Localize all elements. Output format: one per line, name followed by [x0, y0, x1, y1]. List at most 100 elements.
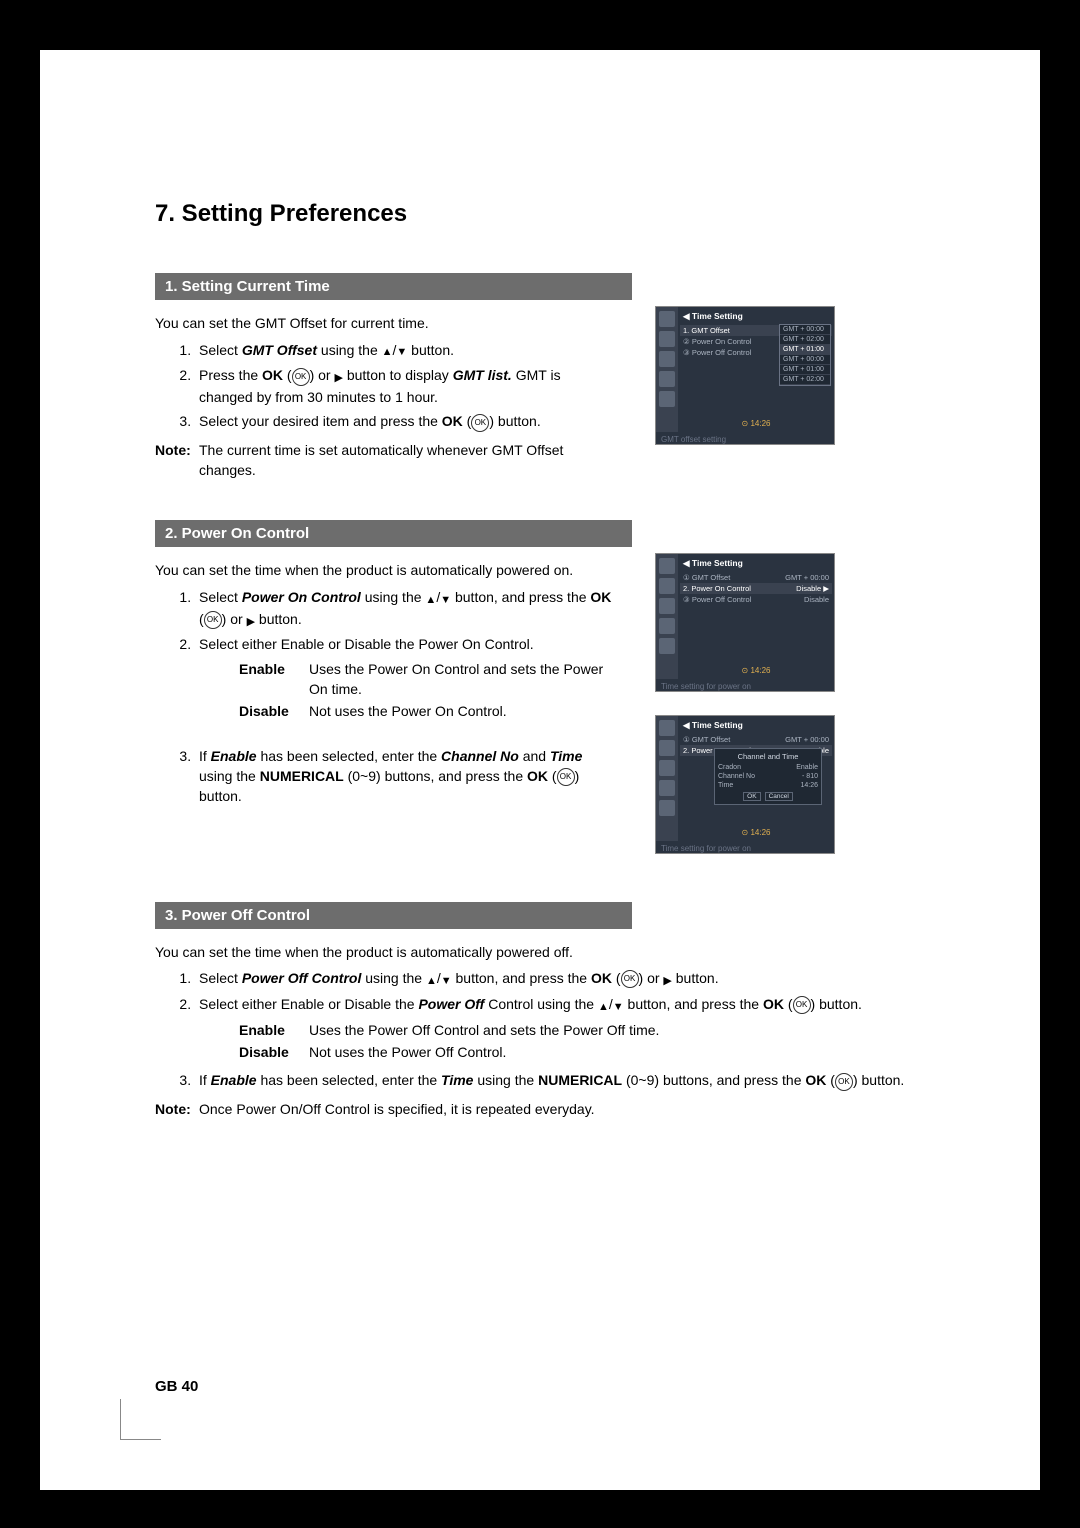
channel-time-popup: Channel and Time CradonEnable Channel No… — [714, 748, 822, 805]
text: button. — [858, 1072, 905, 1088]
text: button, and press the — [452, 970, 591, 986]
dd-item: GMT + 02:00 — [780, 335, 830, 345]
menu-icon — [659, 618, 675, 634]
shot-title: ◀ Time Setting — [683, 311, 829, 322]
def-row: Enable Uses the Power On Control and set… — [239, 659, 615, 700]
ok-icon: OK — [621, 970, 639, 988]
label: GMT Offset — [691, 326, 729, 335]
menu-icon — [659, 311, 675, 327]
label: Power Off Control — [692, 348, 751, 357]
def-row: Disable Not uses the Power Off Control. — [239, 1042, 935, 1062]
value: - 810 — [802, 773, 818, 780]
ok-icon: OK — [835, 1073, 853, 1091]
term: Time — [441, 1072, 473, 1088]
text: (0~9) buttons, and press the — [344, 768, 527, 784]
screenshot-gmt-offset: ◀ Time Setting 1. GMT OffsetGMT + 00:00 … — [655, 306, 835, 445]
section-heading: 3. Power Off Control — [155, 902, 632, 929]
content-area: 7. Setting Preferences 1. Setting Curren… — [155, 200, 955, 1159]
up-icon — [425, 588, 436, 609]
down-icon — [441, 969, 452, 990]
menu-icon — [659, 558, 675, 574]
ok-icon: OK — [557, 768, 575, 786]
shot-caption: GMT offset setting — [656, 432, 834, 444]
num: 2. — [683, 746, 689, 755]
text: button. — [494, 413, 541, 429]
text: using the — [317, 342, 382, 358]
crop-marks — [120, 1399, 161, 1440]
shot-sidebar — [656, 307, 678, 432]
chapter-title: 7. Setting Preferences — [155, 200, 955, 228]
term: GMT Offset — [242, 342, 317, 358]
term: Power Off Control — [242, 970, 362, 986]
menu-icon — [659, 800, 675, 816]
value: GMT + 00:00 — [785, 573, 829, 582]
definition-table: Enable Uses the Power Off Control and se… — [239, 1020, 935, 1063]
shot-row-gmt: ① GMT OffsetGMT + 00:00 — [683, 572, 829, 583]
label: Power Off Control — [692, 595, 751, 604]
up-icon — [598, 995, 609, 1016]
step: Select Power Off Control using the / but… — [195, 968, 935, 990]
gmt-dropdown: GMT + 00:00 GMT + 02:00 GMT + 01:00 GMT … — [779, 324, 831, 386]
ok-button: OK — [743, 792, 760, 801]
section-power-on: 2. Power On Control You can set the time… — [155, 520, 955, 806]
time-value: 14:26 — [750, 828, 770, 837]
def-desc: Uses the Power On Control and sets the P… — [309, 659, 615, 700]
term: OK — [591, 970, 612, 986]
down-icon — [613, 995, 624, 1016]
text: button. — [407, 342, 454, 358]
text: If — [199, 748, 211, 764]
term: Time — [550, 748, 582, 764]
def-row: Disable Not uses the Power On Control. — [239, 701, 615, 721]
intro-text: You can set the time when the product is… — [155, 943, 935, 963]
def-desc: Not uses the Power On Control. — [309, 701, 615, 721]
menu-icon — [659, 331, 675, 347]
text: If — [199, 1072, 211, 1088]
term: GMT list. — [453, 367, 512, 383]
text: Select either Enable or Disable the Powe… — [199, 636, 534, 652]
shot-title: ◀ Time Setting — [683, 720, 829, 731]
menu-icon — [659, 391, 675, 407]
text: Time Setting — [692, 720, 743, 730]
text: and — [519, 748, 550, 764]
shot-row-pon: 2. Power On ControlDisable ▶ — [680, 583, 832, 594]
step: Select either Enable or Disable the Powe… — [195, 994, 935, 1062]
text: using the — [199, 768, 260, 784]
def-term: Disable — [239, 701, 309, 721]
text: button. — [199, 788, 242, 804]
clock-display: ⊙ 14:26 — [742, 828, 771, 837]
menu-icon — [659, 371, 675, 387]
steps-list: Select Power Off Control using the / but… — [155, 968, 935, 1090]
intro-text: You can set the GMT Offset for current t… — [155, 314, 615, 334]
menu-icon — [659, 598, 675, 614]
label: Power On Control — [692, 337, 752, 346]
popup-row: Channel No- 810 — [718, 772, 818, 781]
text: Select your desired item and press the — [199, 413, 442, 429]
value: 14:26 — [800, 782, 818, 789]
up-icon — [382, 340, 393, 361]
right-icon — [334, 366, 342, 387]
term: OK — [590, 589, 611, 605]
term: OK — [763, 996, 784, 1012]
text: Time Setting — [692, 311, 743, 321]
menu-icon — [659, 760, 675, 776]
step: If Enable has been selected, enter the T… — [195, 1070, 935, 1090]
back-icon: ◀ — [683, 720, 690, 730]
note-body: The current time is set automatically wh… — [199, 440, 615, 481]
up-icon — [426, 969, 437, 990]
section-power-off: 3. Power Off Control You can set the tim… — [155, 902, 955, 1119]
down-icon — [440, 588, 451, 609]
text: using the — [473, 1072, 538, 1088]
text: button, and press the — [624, 996, 763, 1012]
term: OK — [805, 1072, 826, 1088]
num: 2. — [683, 584, 689, 593]
text: Select — [199, 589, 242, 605]
text: Select either Enable or Disable the — [199, 996, 418, 1012]
step: Select Power On Control using the / butt… — [195, 587, 615, 631]
text: button. — [672, 970, 719, 986]
dd-item-selected: GMT + 01:00 — [780, 345, 830, 355]
text: button, and press the — [451, 589, 590, 605]
page-footer: GB 40 — [155, 1378, 198, 1395]
text: using the — [361, 589, 426, 605]
step: Press the OK (OK) or button to display G… — [195, 365, 615, 407]
clock-display: ⊙ 14:26 — [742, 666, 771, 675]
